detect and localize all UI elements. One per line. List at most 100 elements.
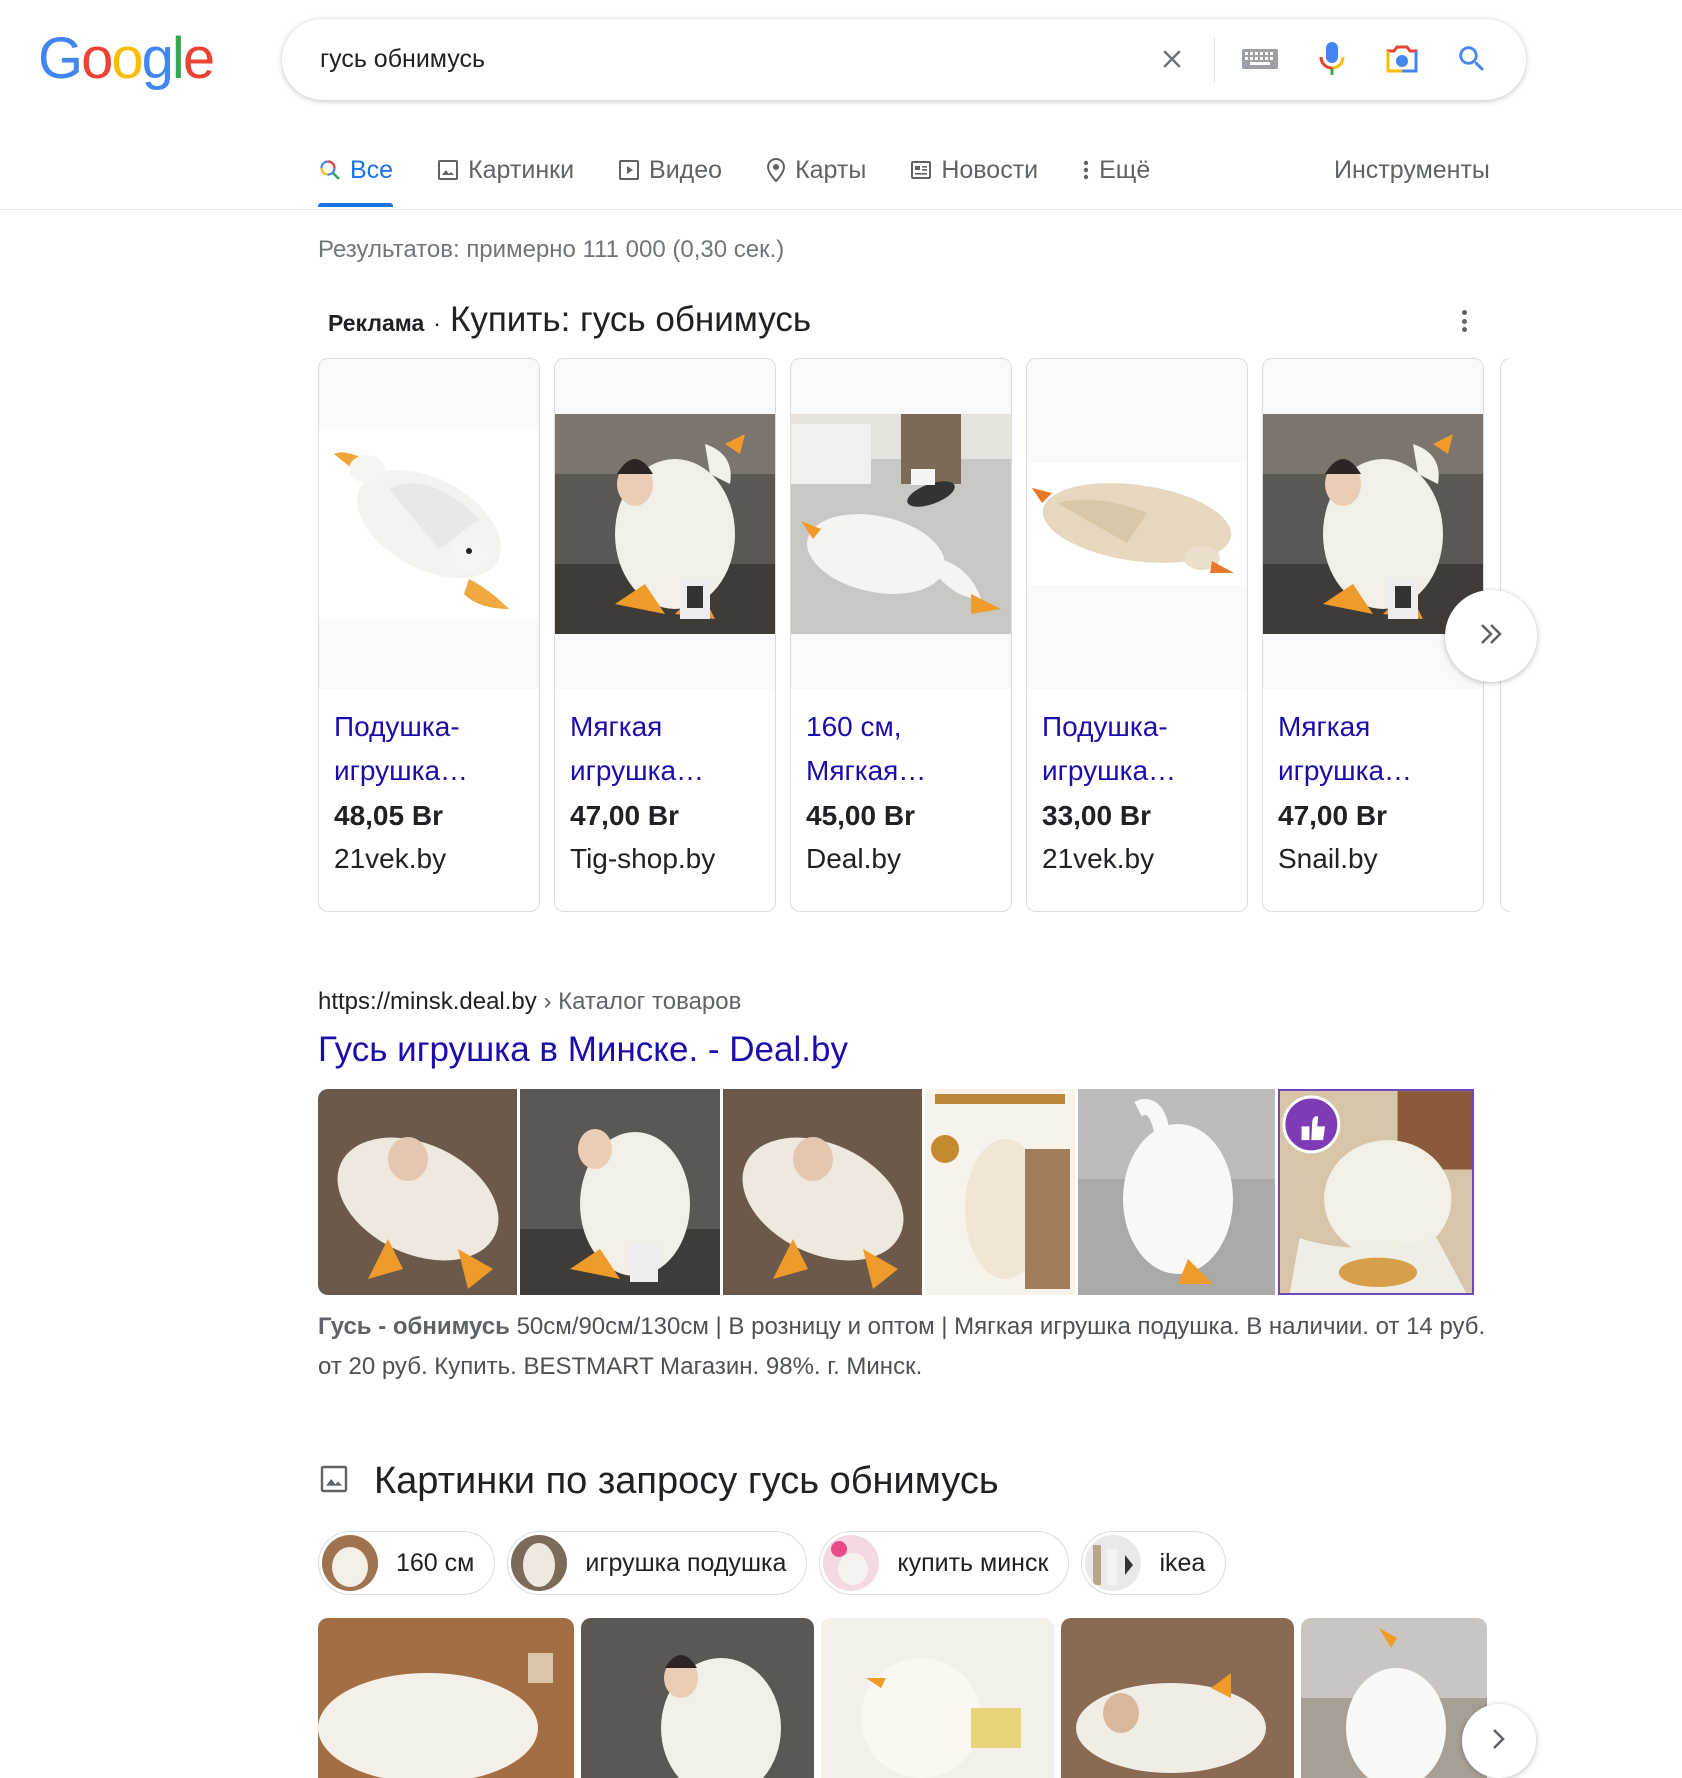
google-logo[interactable]: Google — [38, 26, 215, 91]
result-image[interactable] — [723, 1089, 922, 1295]
product-card[interactable]: Подушка-игрушка… 33,00 Br 21vek.by — [1026, 358, 1248, 912]
tab-label: Видео — [649, 155, 723, 184]
chip-thumbnail — [511, 1535, 568, 1591]
product-store: Deal.by — [806, 843, 901, 874]
clear-icon[interactable] — [1152, 39, 1192, 79]
refinement-chip[interactable]: игрушка подушка — [507, 1531, 808, 1595]
result-image[interactable] — [318, 1089, 517, 1295]
product-image — [791, 359, 1011, 689]
ads-menu-icon[interactable] — [1452, 306, 1476, 336]
chip-label: 160 см — [396, 1548, 475, 1577]
logo-letter: l — [171, 26, 185, 91]
video-icon — [617, 158, 641, 182]
refinement-chip[interactable]: 160 см — [318, 1531, 496, 1595]
chip-label: ikea — [1159, 1548, 1206, 1577]
tab-video[interactable]: Видео — [617, 150, 722, 190]
tab-label: Картинки — [468, 155, 575, 184]
map-pin-icon — [765, 157, 787, 183]
chip-thumbnail — [823, 1535, 880, 1591]
double-chevron-right-icon — [1476, 619, 1506, 654]
active-tab-indicator — [318, 203, 394, 207]
tab-label: Все — [350, 155, 394, 184]
refinement-chip[interactable]: ikea — [1081, 1531, 1227, 1595]
tab-label: Карты — [795, 155, 867, 184]
image-result[interactable] — [318, 1618, 574, 1778]
ads-title: Купить: гусь обнимусь — [449, 300, 812, 339]
chip-label: купить минск — [897, 1548, 1049, 1577]
product-image — [1027, 359, 1247, 689]
image-result[interactable] — [821, 1618, 1054, 1778]
tab-more[interactable]: Ещё — [1081, 150, 1150, 190]
product-image — [555, 359, 775, 689]
result-image[interactable] — [1278, 1089, 1474, 1295]
product-name[interactable]: 160 см, Мягкая… — [806, 705, 1001, 793]
search-icon — [318, 158, 342, 182]
product-store: 21vek.by — [1042, 843, 1155, 874]
image-icon — [436, 158, 460, 182]
result-breadcrumb: › Каталог товаров — [543, 988, 742, 1015]
news-icon — [909, 158, 933, 182]
chip-thumbnail — [1085, 1535, 1142, 1591]
result-url[interactable]: https://minsk.deal.by › Каталог товаров — [318, 988, 741, 1016]
result-title-link[interactable]: Гусь игрушка в Минске. - Deal.by — [318, 1030, 848, 1070]
search-icon[interactable] — [1452, 39, 1492, 79]
logo-letter: e — [182, 26, 215, 91]
ad-separator: · — [433, 310, 441, 336]
product-name[interactable]: Мягкая игрушка… — [570, 705, 765, 793]
product-price: 48,05 Br — [334, 800, 443, 831]
refinement-chip[interactable]: купить минск — [819, 1531, 1070, 1595]
microphone-icon[interactable] — [1312, 39, 1352, 79]
search-tabs: Все Картинки Видео Карты Новости Ещё — [318, 150, 1193, 210]
tab-label: Новости — [941, 155, 1039, 184]
tools-button[interactable]: Инструменты — [1334, 156, 1490, 185]
carousel-next-button[interactable] — [1445, 590, 1537, 682]
ad-label: Реклама — [328, 310, 425, 336]
product-name[interactable]: Подушка-игрушка… — [1042, 705, 1237, 793]
more-vert-icon — [1081, 158, 1091, 182]
search-box — [282, 19, 1526, 100]
product-store: Tig-shop.by — [570, 843, 716, 874]
result-image[interactable] — [925, 1089, 1075, 1295]
chip-label: игрушка подушка — [585, 1548, 787, 1577]
image-result[interactable] — [1301, 1618, 1487, 1778]
product-image — [319, 359, 539, 689]
ads-header: Реклама · Купить: гусь обнимусь — [328, 300, 811, 340]
product-price: 47,00 Br — [570, 800, 679, 831]
snippet-bold: Гусь - обнимусь — [318, 1313, 510, 1340]
result-image-strip — [318, 1089, 1488, 1295]
product-price: 33,00 Br — [1042, 800, 1151, 831]
image-result[interactable] — [581, 1618, 814, 1778]
image-icon — [318, 1463, 350, 1500]
search-input[interactable] — [320, 41, 1080, 77]
product-name[interactable]: Мягкая игрушка… — [1278, 705, 1473, 793]
product-card[interactable]: Мягкая игрушка… 47,00 Br Tig-shop.by — [554, 358, 776, 912]
product-card[interactable]: Подушка-игрушка… 48,05 Br 21vek.by — [318, 358, 540, 912]
product-store: 21vek.by — [334, 843, 447, 874]
result-image[interactable] — [1078, 1089, 1275, 1295]
images-next-button[interactable] — [1462, 1704, 1536, 1778]
chevron-right-icon — [1489, 1726, 1509, 1757]
result-domain: https://minsk.deal.by — [318, 988, 537, 1015]
logo-letter: g — [141, 26, 174, 91]
tab-label: Ещё — [1099, 155, 1151, 184]
result-stats: Результатов: примерно 111 000 (0,30 сек.… — [318, 236, 785, 263]
product-name[interactable]: Подушка-игрушка… — [334, 705, 529, 793]
header-divider — [0, 209, 1682, 210]
camera-icon[interactable] — [1382, 39, 1422, 79]
product-card[interactable]: 160 см, Мягкая… 45,00 Br Deal.by — [790, 358, 1012, 912]
search-divider — [1214, 37, 1215, 83]
product-store: Snail.by — [1278, 843, 1378, 874]
result-snippet: Гусь - обнимусь 50см/90см/130см | В розн… — [318, 1307, 1494, 1387]
images-section-title[interactable]: Картинки по запросу гусь обнимусь — [374, 1460, 999, 1503]
tab-all[interactable]: Все — [318, 150, 394, 207]
result-image[interactable] — [520, 1089, 720, 1295]
images-section-header: Картинки по запросу гусь обнимусь — [318, 1460, 999, 1503]
product-price: 45,00 Br — [806, 800, 915, 831]
tab-maps[interactable]: Карты — [765, 150, 866, 190]
keyboard-icon[interactable] — [1240, 39, 1280, 79]
chip-thumbnail — [322, 1535, 378, 1591]
image-refinement-chips: 160 см игрушка подушка купить минск ikea — [318, 1531, 1238, 1595]
image-result[interactable] — [1061, 1618, 1294, 1778]
tab-images[interactable]: Картинки — [436, 150, 574, 190]
tab-news[interactable]: Новости — [909, 150, 1038, 190]
